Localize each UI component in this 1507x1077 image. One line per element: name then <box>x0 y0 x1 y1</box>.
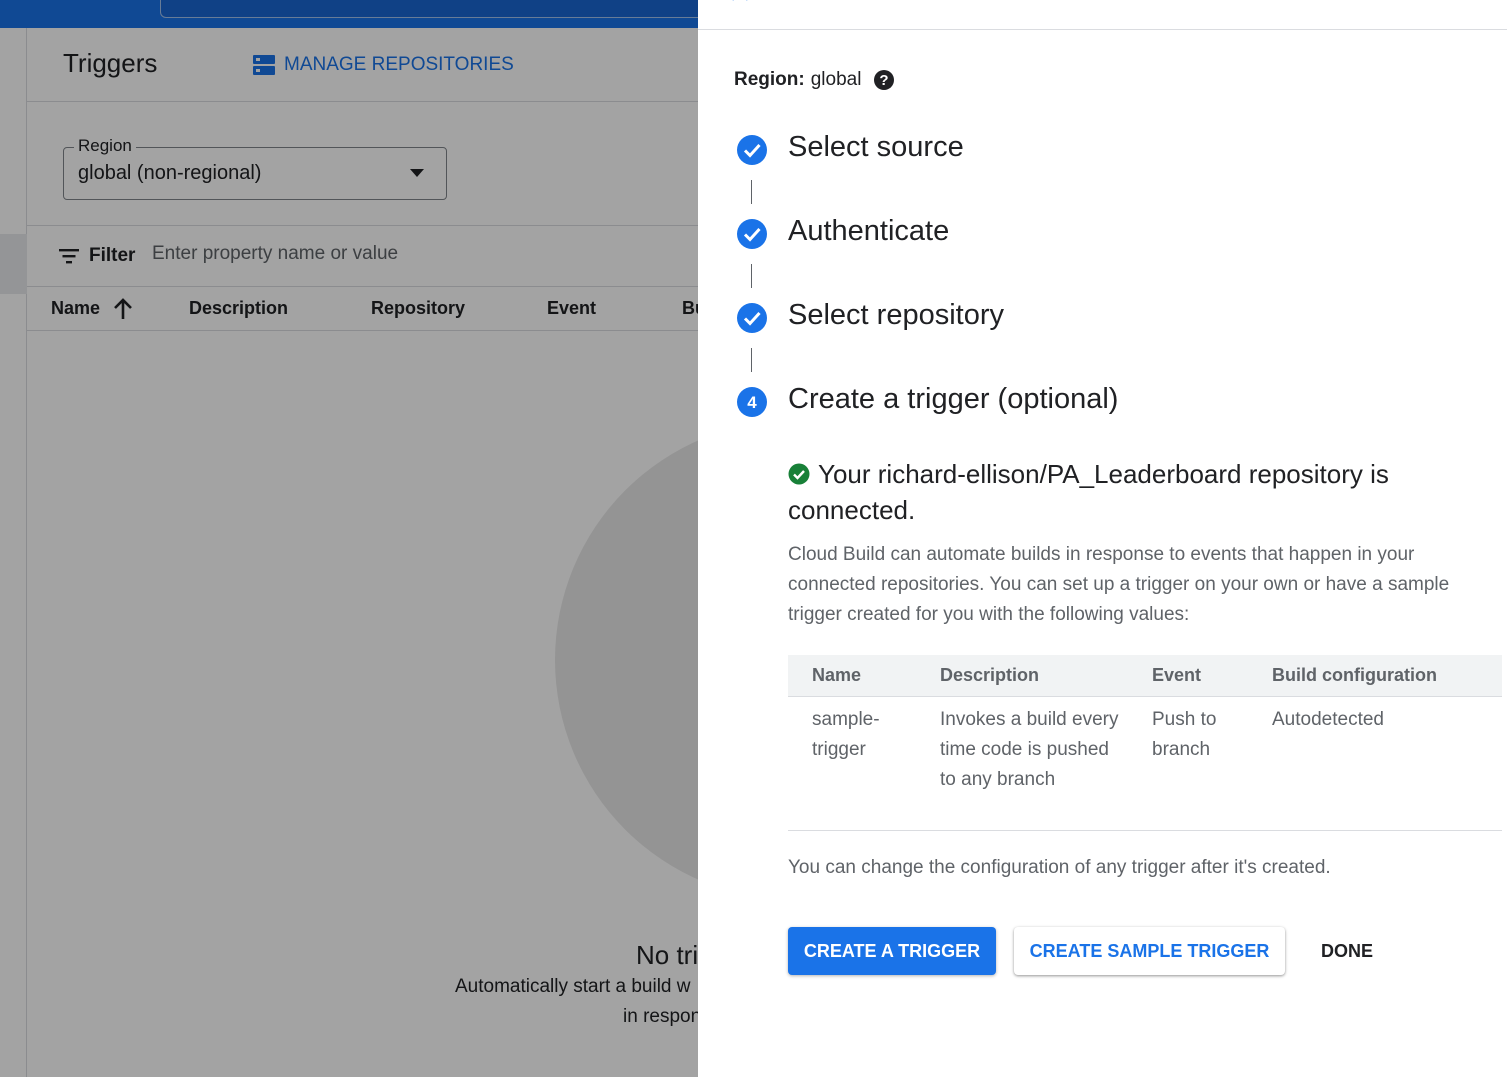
panel-header <box>698 0 1507 30</box>
step-connector <box>751 180 752 204</box>
column-header-name: Name <box>812 665 862 685</box>
configuration-note: You can change the configuration of any … <box>788 857 1331 878</box>
sample-table-header: Name Description Event Build configurati… <box>788 655 1502 697</box>
cell-description: Invokes a build every time code is pushe… <box>940 709 1119 790</box>
repository-connected-message: Your richard-ellison/PA_Leaderboard repo… <box>788 456 1478 528</box>
region-indicator: Region: global ? <box>734 69 895 91</box>
success-check-icon <box>788 463 810 485</box>
sample-trigger-table: Name Description Event Build configurati… <box>788 655 1502 831</box>
step-number-badge: 4 <box>737 387 767 417</box>
region-key: Region: <box>734 69 805 90</box>
svg-text:?: ? <box>880 72 889 89</box>
cell-event: Push to branch <box>1152 709 1217 760</box>
cell-build-configuration: Autodetected <box>1272 709 1384 730</box>
step-complete-check-icon <box>737 219 767 249</box>
column-header-description: Description <box>940 665 1040 685</box>
step-connector <box>751 264 752 288</box>
back-arrow-icon[interactable] <box>728 0 752 6</box>
step-select-repository: Select repository <box>788 299 1004 331</box>
help-icon[interactable]: ? <box>873 69 895 91</box>
column-header-event: Event <box>1152 665 1202 685</box>
step-create-trigger: Create a trigger (optional) <box>788 383 1119 415</box>
column-header-build-configuration: Build configuration <box>1272 665 1437 685</box>
step-connector <box>751 348 752 372</box>
step-authenticate: Authenticate <box>788 215 950 247</box>
create-sample-trigger-button[interactable]: CREATE SAMPLE TRIGGER <box>1014 927 1285 975</box>
done-button[interactable]: DONE <box>1298 927 1396 975</box>
step-complete-check-icon <box>737 135 767 165</box>
connected-message-text: Your richard-ellison/PA_Leaderboard repo… <box>788 459 1389 525</box>
connect-repository-panel: Region: global ? Select source Authentic… <box>698 0 1507 1077</box>
step-number: 4 <box>747 393 757 412</box>
step-select-source: Select source <box>788 131 964 163</box>
cell-name: sample-trigger <box>812 709 880 760</box>
step-complete-check-icon <box>737 303 767 333</box>
trigger-info-text: Cloud Build can automate builds in respo… <box>788 544 1450 625</box>
create-trigger-button[interactable]: CREATE A TRIGGER <box>788 927 996 975</box>
region-value: global <box>810 69 862 90</box>
table-row: sample-trigger Invokes a build every tim… <box>788 697 1502 831</box>
